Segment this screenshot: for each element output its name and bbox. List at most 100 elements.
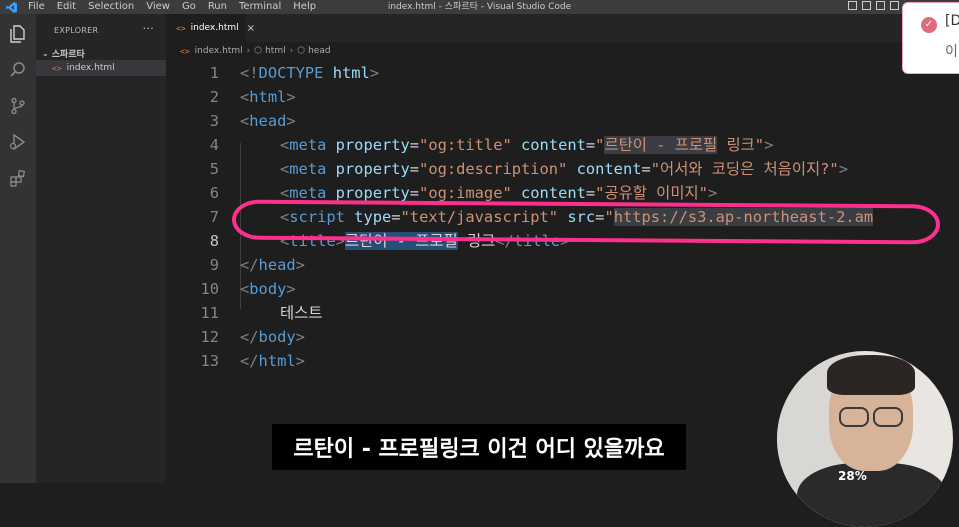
code-token: "어서와 코딩은 처음이지?" xyxy=(650,160,839,178)
extensions-icon[interactable] xyxy=(8,168,28,188)
line-number: 1 xyxy=(209,64,219,82)
explorer-header: EXPLORER ··· xyxy=(36,14,166,46)
notification-body: 이 xyxy=(945,44,958,60)
code-token: <! xyxy=(240,64,259,82)
html-file-icon: <> xyxy=(52,63,62,73)
code-token: body xyxy=(249,280,287,298)
toggle-secondary-sidebar-icon[interactable] xyxy=(876,1,885,10)
code-token: 링크" xyxy=(717,136,765,154)
layout-controls xyxy=(848,1,899,10)
line-number: 4 xyxy=(209,136,219,154)
close-icon[interactable]: × xyxy=(247,23,255,34)
code-text: <head> xyxy=(240,109,296,133)
code-token: > xyxy=(286,88,296,106)
code-token: body xyxy=(258,328,296,346)
tab-index-html[interactable]: <> index.html × xyxy=(166,14,255,42)
activity-bar xyxy=(0,14,36,483)
webcam-overlay xyxy=(777,351,953,527)
html-file-icon: <> xyxy=(176,23,186,33)
webcam-person-shirt xyxy=(797,463,947,527)
menu-item-terminal[interactable]: Terminal xyxy=(233,0,287,14)
code-token: 르탄이 - 프로필 xyxy=(604,136,718,154)
code-token: < xyxy=(240,280,250,298)
code-text: <body> xyxy=(240,277,296,301)
line-number: 9 xyxy=(209,256,219,274)
more-actions-icon[interactable]: ··· xyxy=(143,22,154,35)
menu-bar: File Edit Selection View Go Run Terminal Help xyxy=(22,0,322,14)
line-number: 2 xyxy=(209,88,219,106)
breadcrumb-file[interactable]: index.html xyxy=(195,46,243,56)
code-token: > xyxy=(707,184,718,202)
search-icon[interactable] xyxy=(8,60,28,80)
menu-item-edit[interactable]: Edit xyxy=(51,0,82,14)
code-token: < xyxy=(280,160,290,178)
menu-item-selection[interactable]: Selection xyxy=(82,0,140,14)
line-number: 10 xyxy=(200,280,219,298)
title-bar: File Edit Selection View Go Run Terminal Help i… xyxy=(0,0,959,14)
breadcrumb-html[interactable]: html xyxy=(265,46,286,56)
webcam-person-hair xyxy=(827,355,915,395)
code-token: "og:title" xyxy=(419,136,512,154)
source-control-icon[interactable] xyxy=(8,96,28,116)
editor-tabs: <> index.html × xyxy=(166,14,959,42)
line-number: 3 xyxy=(209,112,219,130)
code-token: "공유할 이미지" xyxy=(595,184,708,202)
code-token: "og:image" xyxy=(419,184,512,202)
code-token: property xyxy=(335,184,410,202)
code-token: content xyxy=(521,184,586,202)
code-token: > xyxy=(295,256,305,274)
line-number: 6 xyxy=(209,184,219,202)
line-number: 5 xyxy=(209,160,219,178)
code-text: </body> xyxy=(240,325,305,349)
line-number: 13 xyxy=(200,352,219,370)
notification-toast[interactable]: ✓ [D 이 xyxy=(902,2,959,74)
code-token: = xyxy=(409,136,420,154)
line-number: 7 xyxy=(209,208,219,226)
toggle-panel-icon[interactable] xyxy=(862,1,871,10)
workspace-folder[interactable]: ⌄ 스파르타 xyxy=(36,46,166,60)
code-token: </ xyxy=(240,352,259,370)
code-token: content xyxy=(576,160,642,178)
code-text: <html> xyxy=(240,85,296,109)
code-token: content xyxy=(521,136,586,154)
menu-item-view[interactable]: View xyxy=(140,0,176,14)
video-subtitle: 르탄이 - 프로필링크 이건 어디 있을까요 xyxy=(272,424,686,470)
notification-title: [D xyxy=(945,13,959,29)
code-token: head xyxy=(249,112,287,130)
code-token: < xyxy=(240,112,250,130)
code-token: 테스트 xyxy=(280,304,323,322)
code-token: = xyxy=(409,160,420,178)
breadcrumb-head[interactable]: head xyxy=(308,46,330,56)
code-token: = xyxy=(641,160,651,178)
breadcrumb: <> index.html › ⬡ html › ⬡ head xyxy=(166,42,959,60)
run-debug-icon[interactable] xyxy=(8,132,28,152)
customize-layout-icon[interactable] xyxy=(890,1,899,10)
menu-item-help[interactable]: Help xyxy=(287,0,322,14)
code-token: </ xyxy=(240,256,259,274)
code-token: > xyxy=(838,160,848,178)
element-icon: ⬡ xyxy=(254,46,263,56)
code-token: < xyxy=(240,88,250,106)
tab-label: index.html xyxy=(190,23,239,33)
element-icon: ⬡ xyxy=(297,46,306,56)
code-token: > xyxy=(369,64,380,82)
code-text: <meta property="og:description" content=… xyxy=(280,157,848,181)
code-token: = xyxy=(409,184,420,202)
menu-item-run[interactable]: Run xyxy=(202,0,233,14)
code-token: meta xyxy=(289,160,327,178)
files-icon[interactable] xyxy=(8,24,28,44)
menu-item-file[interactable]: File xyxy=(22,0,51,14)
menu-item-go[interactable]: Go xyxy=(176,0,202,14)
code-text: </head> xyxy=(240,253,305,277)
code-text: 테스트 xyxy=(280,301,322,325)
toggle-sidebar-icon[interactable] xyxy=(848,1,857,10)
code-token: > xyxy=(764,136,774,154)
line-number: 8 xyxy=(209,232,219,250)
file-item-index-html[interactable]: <> index.html xyxy=(36,60,166,76)
